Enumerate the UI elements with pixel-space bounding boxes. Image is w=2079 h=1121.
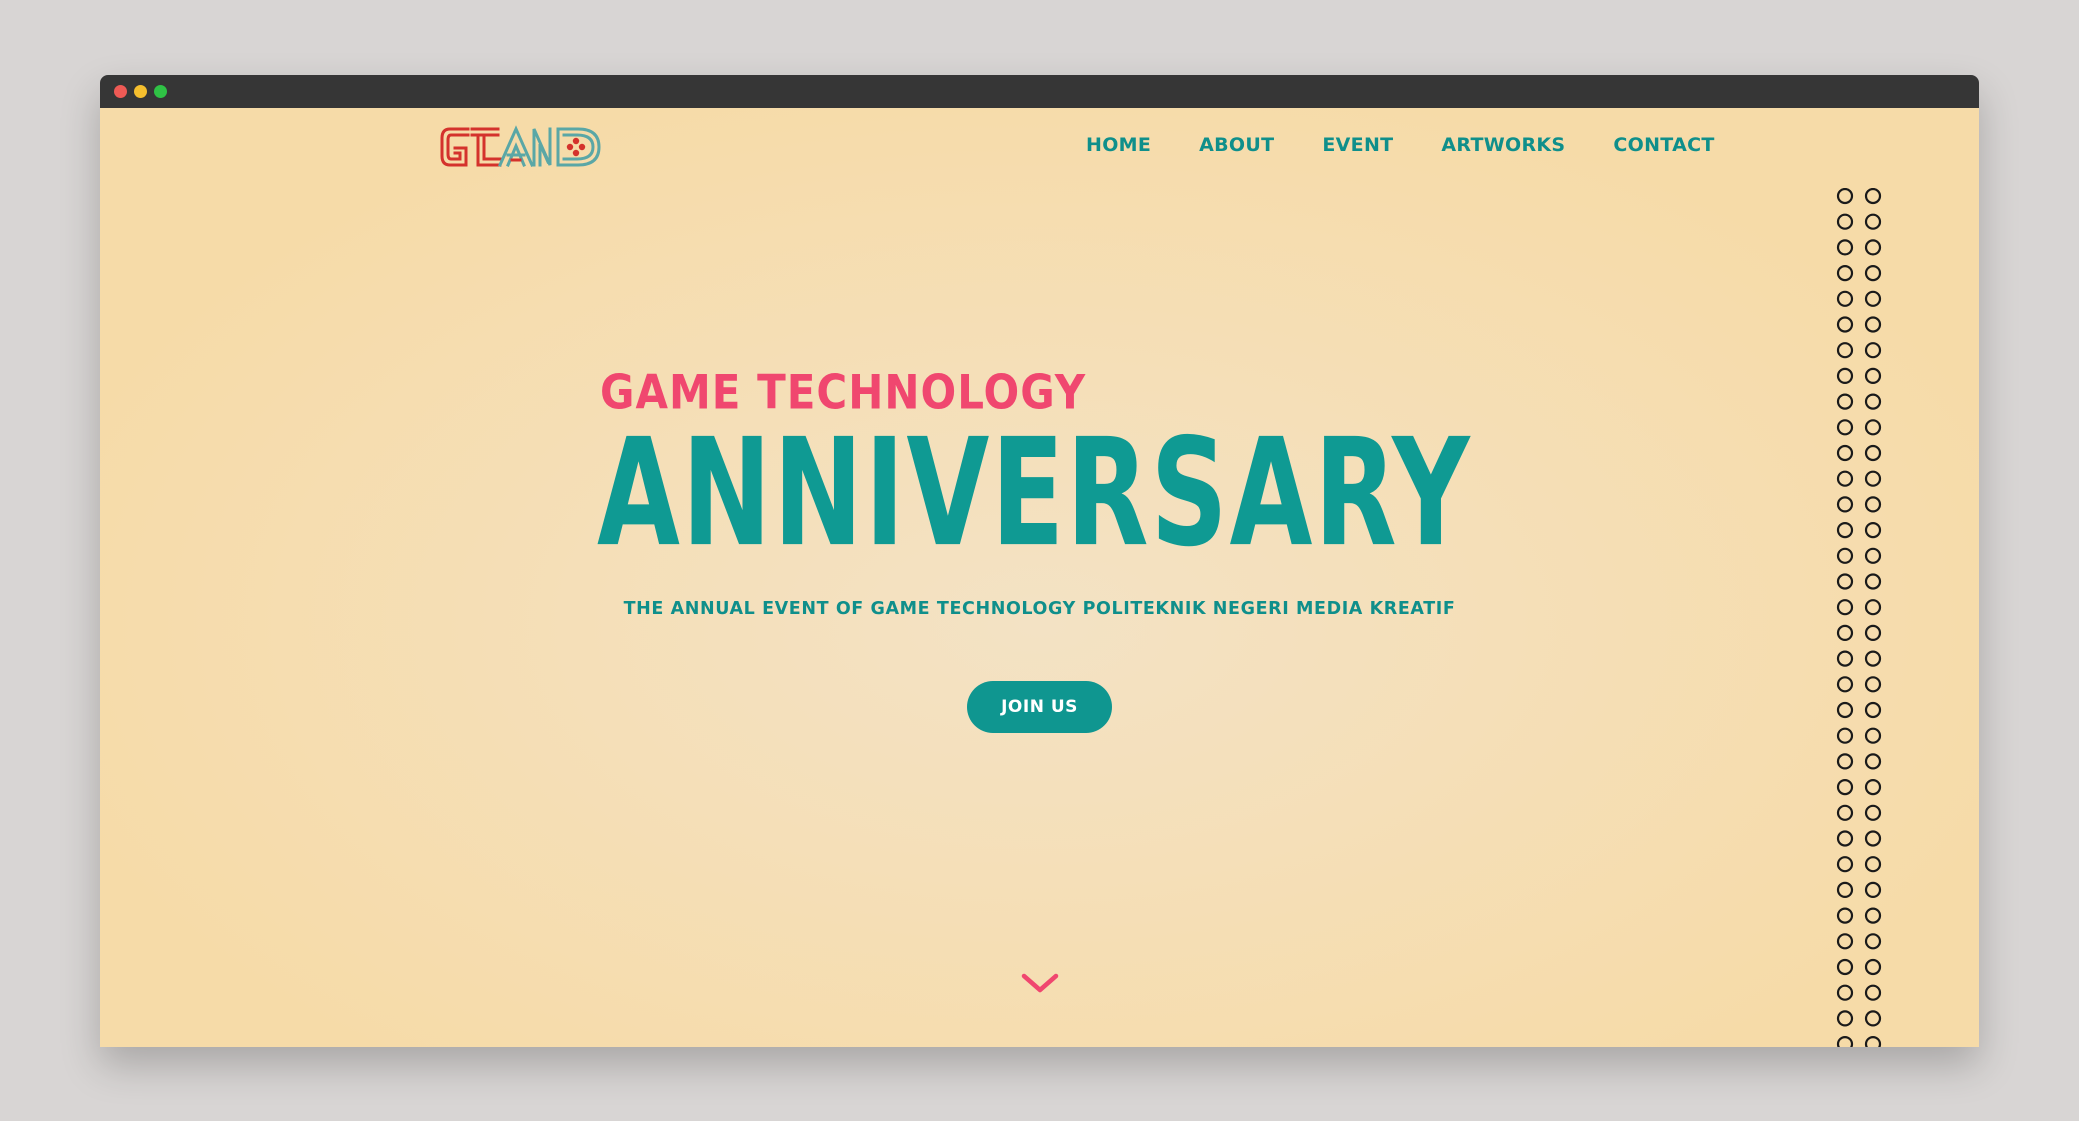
decorative-circle [1864,264,1882,282]
window-titlebar [100,75,1979,108]
decorative-circle [1864,547,1882,564]
decorative-circle [1864,804,1882,821]
decorative-circle [1836,239,1854,256]
maximize-window-button[interactable] [154,85,167,98]
decorative-circle [1864,419,1882,436]
decorative-circle [1836,264,1854,282]
chevron-down-icon[interactable] [1021,973,1059,995]
decorative-circle [1836,367,1854,384]
decorative-circle [1864,1036,1882,1047]
decorative-circle [1864,984,1882,1001]
decorative-circle [1836,188,1854,205]
nav-event[interactable]: EVENT [1322,134,1393,156]
main-nav: HOME ABOUT EVENT ARTWORKS CONTACT [1086,134,1715,156]
decorative-circle [1864,470,1882,487]
decorative-circle [1864,188,1882,205]
hero-description: THE ANNUAL EVENT OF GAME TECHNOLOGY POLI… [623,599,1456,619]
decorative-circle [1836,393,1854,410]
decorative-circle [1864,213,1882,230]
join-us-button[interactable]: JOIN US [967,681,1112,733]
decorative-circle [1836,1010,1854,1027]
decorative-circle [1864,290,1882,307]
decorative-circle [1836,984,1854,1001]
decorative-circle [1864,522,1882,539]
decorative-circle [1864,496,1882,513]
decorative-circle [1864,856,1882,873]
decorative-circle [1864,958,1882,976]
decorative-circle [1864,830,1882,847]
decorative-circle [1836,676,1854,693]
decorative-circle [1864,727,1882,744]
decorative-circle [1836,444,1854,462]
decorative-circle [1836,342,1854,359]
decorative-circle [1836,856,1854,873]
decorative-circle [1864,933,1882,950]
decorative-circle [1836,753,1854,770]
decorative-circle [1864,1010,1882,1027]
decorative-circle [1836,599,1854,616]
decorative-circle [1864,907,1882,924]
decorative-circle [1836,522,1854,539]
decorative-circle [1836,419,1854,436]
gamepad-icon [566,137,586,157]
decorative-circle [1836,290,1854,307]
decorative-circle [1836,778,1854,796]
decorative-circle [1864,239,1882,256]
decorative-circle [1836,650,1854,667]
nav-contact[interactable]: CONTACT [1613,134,1714,156]
minimize-window-button[interactable] [134,85,147,98]
decorative-circle [1864,624,1882,641]
decorative-circle [1864,881,1882,899]
decorative-circle [1864,599,1882,616]
decorative-circle [1836,881,1854,899]
decorative-circle [1864,367,1882,384]
decorative-circle [1836,958,1854,976]
decorative-circle [1836,727,1854,744]
decorative-circle [1864,342,1882,359]
decorative-circle [1864,650,1882,667]
nav-artworks[interactable]: ARTWORKS [1441,134,1565,156]
decorative-circle [1836,624,1854,641]
browser-window: HOME ABOUT EVENT ARTWORKS CONTACT GAME T… [100,75,1979,1047]
decorative-circle [1836,470,1854,487]
decorative-circles-pattern [1836,188,1882,1047]
hero-title: ANNIVERSARY [597,407,1472,581]
decorative-circle [1864,393,1882,410]
nav-home[interactable]: HOME [1086,134,1151,156]
decorative-circle [1836,933,1854,950]
decorative-circle [1836,701,1854,719]
decorative-circle [1864,701,1882,719]
close-window-button[interactable] [114,85,127,98]
decorative-circle [1836,573,1854,590]
decorative-circle [1836,496,1854,513]
decorative-circle [1836,830,1854,847]
decorative-circle [1836,804,1854,821]
decorative-circle [1836,1036,1854,1047]
decorative-circle [1864,573,1882,590]
nav-about[interactable]: ABOUT [1199,134,1274,156]
decorative-circle [1836,907,1854,924]
decorative-circle [1836,213,1854,230]
decorative-circle [1864,316,1882,333]
decorative-circle [1836,316,1854,333]
decorative-circle [1864,444,1882,462]
decorative-circle [1836,547,1854,564]
decorative-circle [1864,778,1882,796]
site-logo[interactable] [438,124,604,170]
hero-section: HOME ABOUT EVENT ARTWORKS CONTACT GAME T… [100,108,1979,1047]
decorative-circle [1864,753,1882,770]
decorative-circle [1864,676,1882,693]
